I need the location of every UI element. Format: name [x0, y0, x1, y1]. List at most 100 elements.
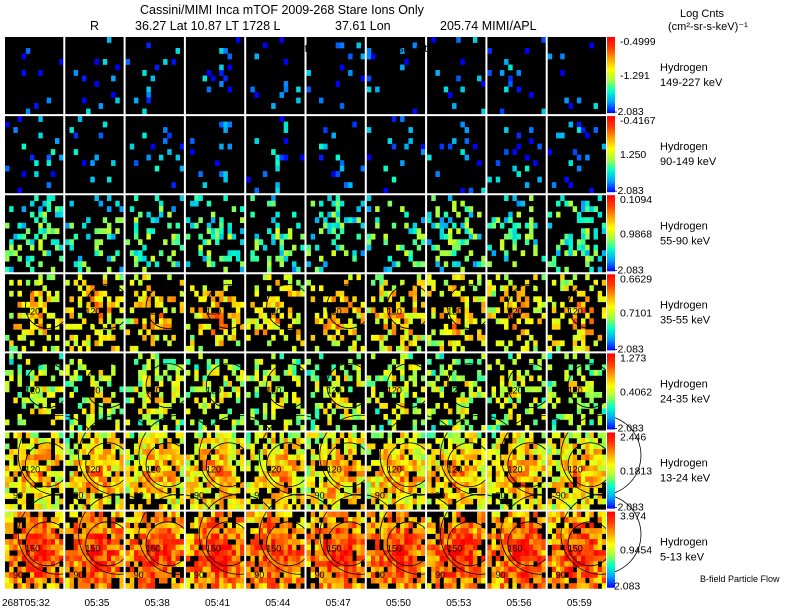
pixel-bin: [54, 244, 60, 251]
pixel-bin: [391, 533, 397, 540]
pixel-bin: [5, 165, 10, 172]
pixel-bin: [400, 353, 405, 360]
pixel-bin: [568, 233, 573, 240]
pixel-bin: [300, 544, 305, 551]
pixel-bin: [50, 561, 56, 567]
contour-label: 120: [508, 465, 523, 475]
pixel-bin: [283, 250, 289, 257]
pixel-bin: [54, 290, 60, 297]
pixel-bin: [343, 533, 349, 540]
pixel-bin: [258, 550, 264, 556]
pixel-bin: [533, 296, 538, 303]
pixel-bin: [129, 533, 135, 540]
pixel-bin: [318, 511, 324, 518]
pixel-bin: [175, 572, 181, 578]
pixel-bin: [395, 504, 401, 510]
pixel-bin: [163, 424, 168, 431]
pixel-bin: [348, 465, 353, 472]
pixel-bin: [54, 438, 60, 444]
pixel-bin: [283, 419, 289, 426]
pixel-bin: [408, 539, 413, 545]
pixel-bin: [370, 533, 376, 540]
pixel-bin: [69, 555, 74, 562]
pixel-bin: [420, 386, 426, 393]
pixel-bin: [142, 397, 147, 404]
pixel-bin: [17, 369, 22, 376]
pixel-bin: [287, 522, 293, 529]
pixel-bin: [477, 274, 482, 281]
pixel-bin: [34, 432, 39, 439]
pixel-bin: [198, 555, 203, 562]
pixel-bin: [77, 424, 83, 431]
pixel-bin: [102, 397, 108, 404]
pixel-bin: [81, 290, 87, 297]
pixel-bin: [404, 460, 409, 466]
pixel-bin: [597, 454, 603, 461]
pixel-bin: [106, 334, 112, 341]
pixel-bin: [158, 375, 164, 382]
pixel-bin: [198, 432, 203, 439]
pixel-bin: [133, 250, 139, 257]
pixel-bin: [581, 318, 586, 325]
pixel-bin: [17, 476, 22, 483]
pixel-bin: [267, 566, 272, 573]
pixel-bin: [138, 239, 143, 246]
pixel-bin: [447, 340, 453, 347]
pixel-bin: [163, 307, 168, 314]
pixel-bin: [360, 250, 366, 257]
pixel-bin: [25, 279, 31, 286]
pixel-bin: [25, 228, 31, 235]
pixel-bin: [412, 432, 418, 439]
pixel-bin: [46, 465, 52, 472]
pixel-bin: [568, 279, 573, 286]
pixel-bin: [547, 391, 553, 398]
pixel-bin: [370, 517, 376, 523]
pixel-bin: [5, 419, 10, 426]
pixel-bin: [125, 397, 131, 404]
pixel-bin: [227, 380, 232, 387]
pixel-bin: [146, 522, 151, 529]
pixel-bin: [287, 465, 293, 472]
pixel-bin: [250, 544, 255, 551]
pixel-bin: [504, 127, 509, 133]
pixel-bin: [279, 329, 284, 336]
pixel-bin: [343, 369, 349, 376]
pixel-bin: [98, 340, 104, 347]
pixel-bin: [499, 108, 505, 115]
pixel-bin: [179, 550, 185, 556]
pixel-bin: [158, 449, 164, 455]
pixel-bin: [306, 550, 311, 556]
pixel-bin: [431, 449, 436, 455]
pixel-bin: [185, 544, 191, 551]
pixel-bin: [327, 493, 332, 499]
pixel-bin: [499, 222, 505, 229]
pixel-bin: [90, 176, 95, 183]
pixel-bin: [54, 454, 60, 461]
pixel-bin: [400, 528, 405, 534]
pixel-bin: [275, 318, 280, 325]
pixel-bin: [34, 504, 39, 510]
pixel-bin: [262, 408, 268, 415]
pixel-bin: [167, 274, 172, 281]
pixel-bin: [460, 329, 465, 336]
pixel-bin: [379, 345, 384, 352]
pixel-bin: [589, 449, 594, 455]
pixel-bin: [352, 493, 357, 499]
pixel-bin: [163, 476, 168, 483]
pixel-bin: [246, 544, 251, 551]
pixel-bin: [481, 498, 486, 505]
pixel-bin: [111, 233, 116, 240]
pixel-bin: [77, 550, 83, 556]
pixel-bin: [102, 454, 108, 461]
pixel-bin: [65, 443, 70, 450]
pixel-bin: [86, 108, 91, 115]
pixel-bin: [129, 454, 135, 461]
pixel-bin: [69, 424, 74, 431]
pixel-bin: [395, 244, 401, 251]
pixel-bin: [34, 103, 39, 109]
pixel-bin: [412, 301, 418, 308]
pixel-bin: [5, 504, 10, 510]
pixel-bin: [171, 443, 176, 450]
pixel-bin: [529, 127, 534, 133]
pixel-bin: [327, 583, 332, 589]
